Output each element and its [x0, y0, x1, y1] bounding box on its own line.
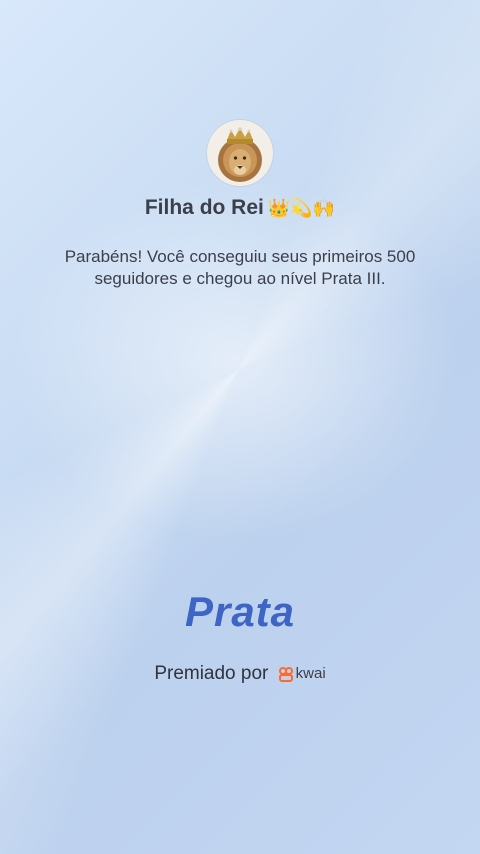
kwai-brand-text: kwai: [295, 665, 326, 683]
profile-name-emoji: 👑💫🙌: [267, 198, 336, 219]
awarded-by-text: Premiado por: [154, 663, 269, 684]
kwai-mark-icon: [278, 666, 293, 682]
profile-name-text: Filha do Rei: [144, 196, 264, 219]
avatar[interactable]: [207, 120, 273, 186]
lion-icon: [218, 127, 262, 182]
level-label: Prata: [184, 588, 296, 635]
awarded-by: Premiado por kwai: [0, 663, 480, 685]
kwai-logo: kwai: [278, 665, 326, 682]
profile-name: Filha do Rei 👑💫🙌: [0, 196, 480, 220]
congratulation-message: Parabéns! Você conseguiu seus primeiros …: [64, 247, 416, 288]
